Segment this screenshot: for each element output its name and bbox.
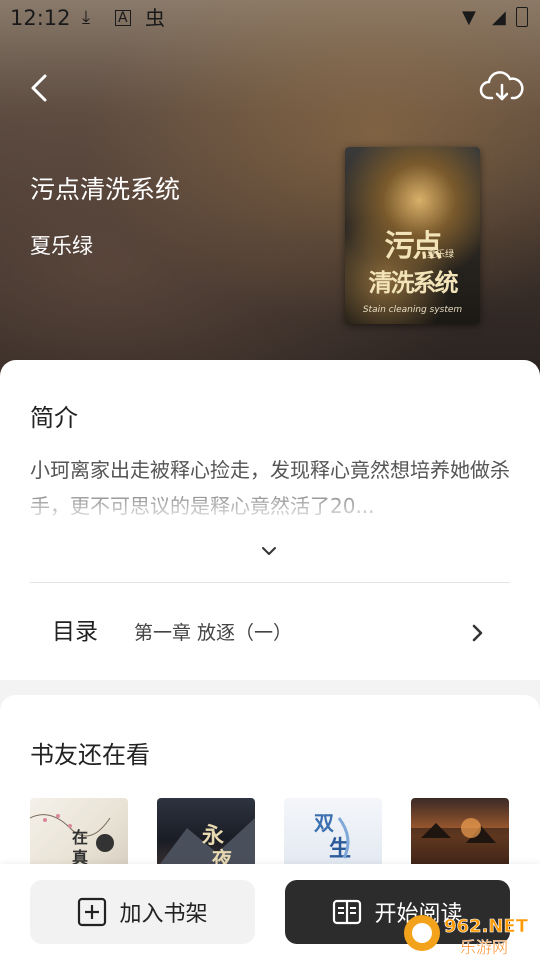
- recommended-book[interactable]: 双 生: [284, 798, 382, 868]
- intro-heading: 简介: [30, 404, 78, 432]
- toc-current-chapter[interactable]: 第一章 放逐（一）: [134, 618, 292, 645]
- cover-title-line2: 清洗系统: [368, 268, 459, 297]
- book-cover-art: 永 夜: [157, 818, 255, 868]
- back-button[interactable]: [20, 66, 64, 110]
- add-to-shelf-button[interactable]: 加入书架: [30, 880, 255, 944]
- add-to-shelf-label: 加入书架: [119, 902, 208, 927]
- site-watermark: 962.NET 乐游网: [400, 908, 538, 958]
- bug-icon: 虫: [145, 6, 165, 30]
- app-a-icon: A: [115, 10, 131, 26]
- book-author: 夏乐绿: [30, 234, 93, 258]
- recommended-book[interactable]: 永 夜: [157, 798, 255, 868]
- book-header-background: 12:12 ⤓ A 虫 ▼ ◢ 污点清洗系统 夏乐绿 夏乐绿 污点 清洗系统 S…: [0, 0, 540, 380]
- cloud-download-icon: [479, 71, 524, 101]
- book-title: 污点清洗系统: [30, 175, 181, 204]
- recommendations-heading: 书友还在看: [30, 741, 150, 769]
- download-button[interactable]: [478, 66, 526, 110]
- wifi-icon: ▼: [462, 7, 476, 28]
- cover-title: 污点 清洗系统: [351, 229, 474, 301]
- cover-subtitle: Stain cleaning system: [362, 305, 463, 315]
- book-cover[interactable]: 夏乐绿 污点 清洗系统 Stain cleaning system: [345, 147, 480, 324]
- toc-label[interactable]: 目录: [52, 612, 98, 646]
- watermark-site: 乐游网: [460, 938, 508, 957]
- chevron-down-icon: [262, 547, 276, 555]
- book-cover-art: [411, 818, 509, 868]
- book-cover-art: 双 生: [314, 811, 351, 862]
- chevron-right-icon: [472, 624, 483, 642]
- intro-fade: [30, 488, 512, 524]
- signal-icon: ◢: [492, 7, 506, 28]
- toc-open-button[interactable]: [466, 622, 488, 644]
- cover-title-line1: 污点: [384, 229, 443, 264]
- status-bar: 12:12 ⤓ A 虫 ▼ ◢: [0, 0, 540, 36]
- recommended-book[interactable]: 在 真: [30, 798, 128, 868]
- recommended-book[interactable]: [411, 798, 509, 868]
- chevron-left-icon: [31, 74, 47, 102]
- svg-text:双: 双: [314, 811, 334, 835]
- watermark-brand: 962.NET: [444, 916, 529, 937]
- watermark-logo: 962.NET 乐游网: [404, 915, 529, 957]
- intro-card: 简介 小珂离家出走被释心捡走，发现释心竟然想培养她做杀手，更不可思议的是释心竟然…: [0, 360, 540, 680]
- battery-icon: [516, 7, 528, 27]
- add-square-icon: [78, 897, 107, 927]
- book-cover-art: 在 真: [30, 814, 114, 867]
- divider: [30, 582, 510, 583]
- expand-intro-button[interactable]: [256, 542, 282, 562]
- book-open-icon: [333, 899, 362, 925]
- download-status-icon: ⤓: [82, 7, 90, 28]
- svg-text:永: 永: [202, 823, 224, 849]
- status-time: 12:12: [10, 6, 71, 30]
- svg-text:在: 在: [72, 828, 88, 847]
